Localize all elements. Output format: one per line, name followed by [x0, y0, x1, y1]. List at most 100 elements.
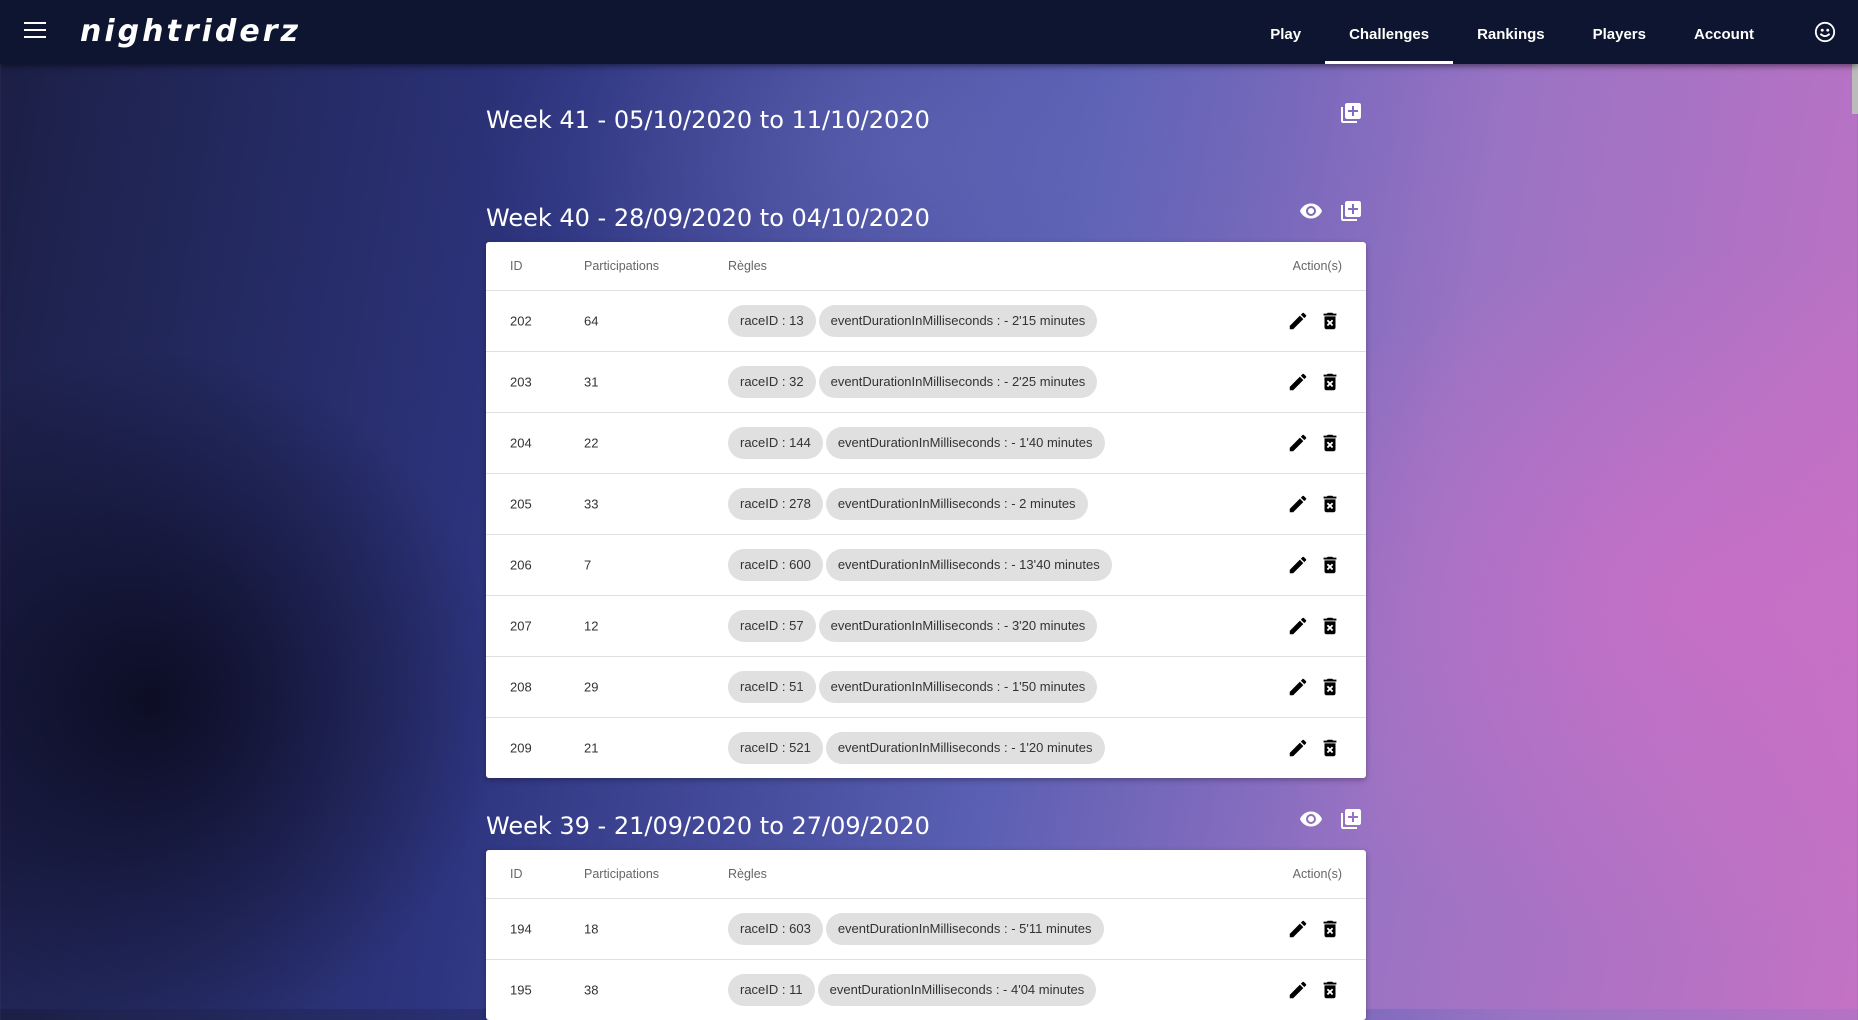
delete-icon[interactable] — [1318, 309, 1342, 333]
row-rules: raceID : 278 eventDurationInMilliseconds … — [728, 488, 1088, 520]
row-participations: 31 — [584, 374, 599, 390]
row-id: 208 — [510, 679, 532, 695]
row-id: 202 — [510, 313, 532, 329]
pencil-icon[interactable] — [1286, 614, 1310, 638]
pencil-icon[interactable] — [1286, 917, 1310, 941]
week-header: Week 40 - 28/09/2020 to 04/10/2020 — [486, 144, 1366, 242]
add-box-icon[interactable] — [1338, 806, 1364, 832]
challenges-content: Week 41 - 05/10/2020 to 11/10/2020 Week 4… — [486, 64, 1366, 1020]
pencil-icon[interactable] — [1286, 492, 1310, 516]
duration-chip: eventDurationInMilliseconds : - 2'25 min… — [818, 366, 1098, 398]
table-row: 203 31 raceID : 32 eventDurationInMilliseco… — [486, 352, 1366, 413]
challenges-table: ID Participations Règles Action(s) 202 64 race… — [486, 242, 1366, 778]
pencil-icon[interactable] — [1286, 370, 1310, 394]
column-header-id: ID — [510, 259, 523, 273]
duration-chip: eventDurationInMilliseconds : - 4'04 min… — [817, 974, 1097, 1006]
duration-chip: eventDurationInMilliseconds : - 3'20 min… — [818, 610, 1098, 642]
delete-icon[interactable] — [1318, 736, 1342, 760]
add-box-icon[interactable] — [1338, 100, 1364, 126]
row-rules: raceID : 57 eventDurationInMilliseconds :… — [728, 610, 1098, 642]
table-row: 204 22 raceID : 144 eventDurationInMillisec… — [486, 413, 1366, 474]
eye-icon[interactable] — [1298, 198, 1324, 224]
row-id: 205 — [510, 496, 532, 512]
week-actions — [1298, 806, 1364, 832]
delete-icon[interactable] — [1318, 370, 1342, 394]
race-id-chip: raceID : 51 — [728, 671, 816, 703]
row-participations: 18 — [584, 921, 599, 937]
nav-item-rankings[interactable]: Rankings — [1453, 0, 1569, 64]
row-rules: raceID : 32 eventDurationInMilliseconds :… — [728, 366, 1098, 398]
row-id: 209 — [510, 740, 532, 756]
column-header-id: ID — [510, 867, 523, 881]
row-rules: raceID : 600 eventDurationInMilliseconds … — [728, 549, 1112, 581]
row-rules: raceID : 603 eventDurationInMilliseconds … — [728, 913, 1104, 945]
row-actions — [1286, 978, 1342, 1002]
pencil-icon[interactable] — [1286, 736, 1310, 760]
race-id-chip: raceID : 57 — [728, 610, 816, 642]
race-id-chip: raceID : 32 — [728, 366, 816, 398]
pencil-icon[interactable] — [1286, 553, 1310, 577]
challenges-table: ID Participations Règles Action(s) 194 18 race… — [486, 850, 1366, 1020]
duration-chip: eventDurationInMilliseconds : - 2 minute… — [825, 488, 1088, 520]
nav-item-challenges[interactable]: Challenges — [1325, 0, 1454, 64]
row-id: 203 — [510, 374, 532, 390]
column-header-participations: Participations — [584, 867, 660, 881]
week-header: Week 41 - 05/10/2020 to 11/10/2020 — [486, 64, 1366, 144]
row-actions — [1286, 736, 1342, 760]
table-row: 208 29 raceID : 51 eventDurationInMilliseco… — [486, 657, 1366, 718]
delete-icon[interactable] — [1318, 978, 1342, 1002]
pencil-icon[interactable] — [1286, 675, 1310, 699]
nav-item-account[interactable]: Account — [1670, 0, 1778, 64]
column-header-actions: Action(s) — [1292, 259, 1342, 273]
row-id: 194 — [510, 921, 532, 937]
delete-icon[interactable] — [1318, 917, 1342, 941]
row-actions — [1286, 553, 1342, 577]
delete-icon[interactable] — [1318, 614, 1342, 638]
row-rules: raceID : 144 eventDurationInMilliseconds … — [728, 427, 1105, 459]
column-header-rules: Règles — [728, 259, 767, 273]
race-id-chip: raceID : 603 — [728, 913, 823, 945]
week-actions — [1338, 100, 1364, 126]
top-app-bar: nightriderz Play Challenges Rankings Player… — [0, 0, 1858, 64]
delete-icon[interactable] — [1318, 431, 1342, 455]
row-participations: 29 — [584, 679, 599, 695]
main-nav: Play Challenges Rankings Players Account — [1246, 0, 1778, 64]
row-actions — [1286, 917, 1342, 941]
week-header: Week 39 - 21/09/2020 to 27/09/2020 — [486, 778, 1366, 850]
pencil-icon[interactable] — [1286, 431, 1310, 455]
app-logo[interactable]: nightriderz — [80, 14, 301, 49]
table-row: 205 33 raceID : 278 eventDurationInMillisec… — [486, 474, 1366, 535]
pencil-icon[interactable] — [1286, 309, 1310, 333]
delete-icon[interactable] — [1318, 492, 1342, 516]
nav-item-players[interactable]: Players — [1569, 0, 1670, 64]
race-id-chip: raceID : 278 — [728, 488, 823, 520]
week-title: Week 41 - 05/10/2020 to 11/10/2020 — [486, 106, 930, 134]
menu-icon[interactable] — [24, 22, 46, 40]
duration-chip: eventDurationInMilliseconds : - 1'50 min… — [818, 671, 1098, 703]
nav-item-play[interactable]: Play — [1246, 0, 1325, 64]
table-row: 195 38 raceID : 11 eventDurationInMilliseco… — [486, 960, 1366, 1020]
add-box-icon[interactable] — [1338, 198, 1364, 224]
week-title: Week 39 - 21/09/2020 to 27/09/2020 — [486, 812, 930, 840]
row-participations: 64 — [584, 313, 599, 329]
row-id: 195 — [510, 982, 532, 998]
pencil-icon[interactable] — [1286, 978, 1310, 1002]
scrollbar[interactable] — [1852, 64, 1858, 114]
avatar-icon[interactable] — [1814, 21, 1836, 43]
row-actions — [1286, 370, 1342, 394]
row-rules: raceID : 51 eventDurationInMilliseconds :… — [728, 671, 1098, 703]
row-actions — [1286, 492, 1342, 516]
row-id: 204 — [510, 435, 532, 451]
row-actions — [1286, 309, 1342, 333]
row-actions — [1286, 431, 1342, 455]
delete-icon[interactable] — [1318, 553, 1342, 577]
duration-chip: eventDurationInMilliseconds : - 1'40 min… — [825, 427, 1105, 459]
row-actions — [1286, 614, 1342, 638]
table-row: 207 12 raceID : 57 eventDurationInMilliseco… — [486, 596, 1366, 657]
table-row: 194 18 raceID : 603 eventDurationInMillisec… — [486, 899, 1366, 960]
week-actions — [1298, 198, 1364, 224]
row-participations: 21 — [584, 740, 599, 756]
eye-icon[interactable] — [1298, 806, 1324, 832]
race-id-chip: raceID : 13 — [728, 305, 816, 337]
delete-icon[interactable] — [1318, 675, 1342, 699]
